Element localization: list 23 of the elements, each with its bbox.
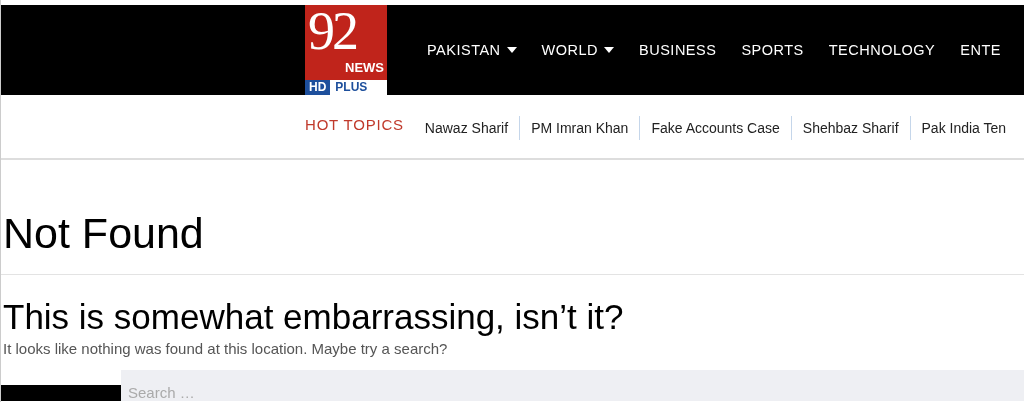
nav-link[interactable]: ENTE xyxy=(960,42,1001,58)
caret-icon xyxy=(604,47,615,53)
hot-topics-label: HOT TOPICS xyxy=(305,116,404,133)
page-title: Not Found xyxy=(3,208,205,258)
topic-link[interactable]: Nawaz Sharif xyxy=(424,115,520,140)
nav-link[interactable]: SPORTS xyxy=(741,42,804,58)
search-field[interactable]: Search … xyxy=(121,370,1024,401)
logo-number: 92 xyxy=(307,5,357,57)
logo-badge: HD xyxy=(305,80,331,95)
topic-link[interactable]: Fake Accounts Case xyxy=(639,115,791,140)
logo[interactable]: 92 NEWS HD PLUS xyxy=(305,5,387,95)
section-heading: This is somewhat embarrassing, isn’t it? xyxy=(3,296,625,338)
message-text: It looks like nothing was found at this location. Maybe try a search? xyxy=(3,339,449,359)
logo-word: NEWS xyxy=(345,59,385,77)
topic-link[interactable]: Shehbaz Sharif xyxy=(790,115,910,140)
logo-badge-text: PLUS xyxy=(334,80,368,95)
nav-link[interactable]: TECHNOLOGY xyxy=(828,42,936,58)
topic-link[interactable]: PM Imran Khan xyxy=(519,115,640,140)
nav-link[interactable]: PAKISTAN xyxy=(427,42,517,58)
nav-link[interactable]: BUSINESS xyxy=(639,42,717,58)
nav-link[interactable]: WORLD xyxy=(541,42,615,58)
caret-icon xyxy=(506,47,517,53)
topic-link[interactable]: Pak India Ten xyxy=(909,115,1018,140)
